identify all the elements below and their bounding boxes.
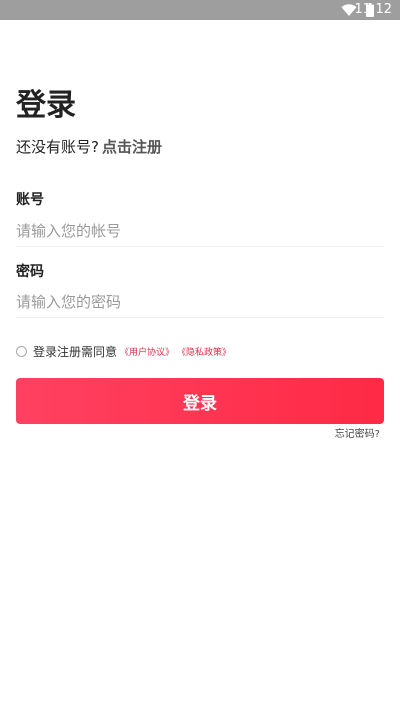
user-agreement-link[interactable]: 《用户协议》 [120,345,174,358]
register-link[interactable]: 点击注册 [102,138,162,156]
no-account-text: 还没有账号? [16,138,99,156]
login-button[interactable]: 登录 [16,378,384,424]
agreement-row: 登录注册需同意 《用户协议》 《隐私政策》 [16,343,231,359]
register-prompt: 还没有账号? 点击注册 [16,137,162,157]
password-input[interactable] [16,287,384,318]
privacy-policy-link[interactable]: 《隐私政策》 [177,345,231,358]
password-label: 密码 [16,264,44,280]
login-screen: 11:12 登录 还没有账号?点击注册 账号 密码 登录注册需同意 《用户协议》… [0,0,400,710]
page-title: 登录 [16,88,76,123]
status-time: 11:12 [354,2,392,17]
account-label: 账号 [16,192,44,208]
forgot-password-link[interactable]: 忘记密码? [335,429,380,441]
account-input[interactable] [16,216,384,247]
agree-text: 登录注册需同意 [33,344,118,359]
agree-radio[interactable] [16,345,27,357]
status-bar: 11:12 [0,0,400,20]
